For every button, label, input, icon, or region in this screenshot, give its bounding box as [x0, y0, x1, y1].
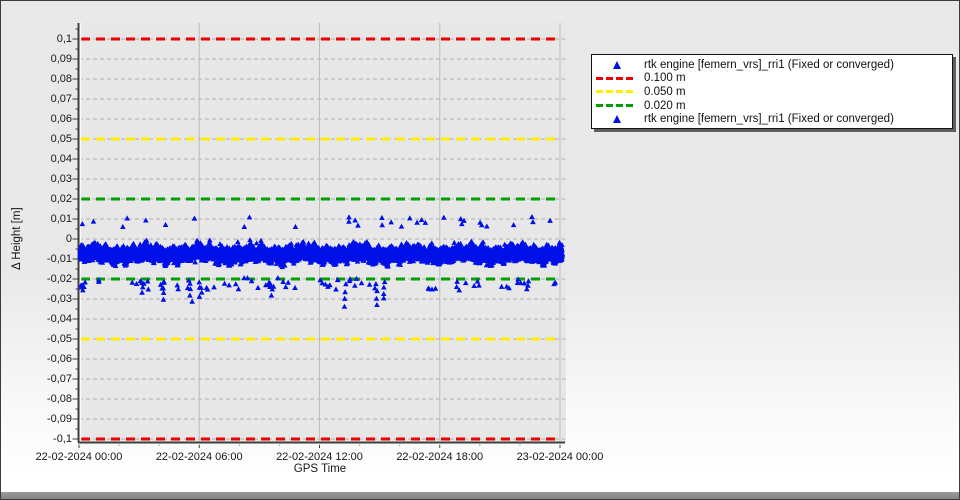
y-tick-label: 0,09 — [50, 52, 72, 65]
x-axis-title: GPS Time — [293, 463, 347, 475]
y-tick-label: 0,02 — [50, 192, 72, 205]
red-dashed-line-icon — [596, 76, 636, 80]
legend-item: 0.020 m — [596, 99, 948, 113]
x-tick-label: 22-02-2024 18:00 — [396, 451, 484, 463]
series-triangle-icon — [613, 60, 621, 69]
legend-item: rtk engine [femern_vrs]_rri1 (Fixed or c… — [596, 58, 948, 72]
legend-item: rtk engine [femern_vrs]_rri1 (Fixed or c… — [596, 112, 948, 126]
y-tick-label: 0,05 — [50, 132, 72, 145]
yellow-dashed-line-icon — [596, 90, 636, 94]
y-tick-label: -0,05 — [46, 332, 72, 345]
legend-item-label: 0.050 m — [644, 85, 686, 98]
x-tick-label: 23-02-2024 00:00 — [516, 451, 604, 463]
y-tick-label: 0,04 — [50, 152, 72, 165]
legend-item: 0.100 m — [596, 72, 948, 86]
y-tick-label: -0,06 — [46, 352, 72, 365]
y-tick-label: -0,07 — [46, 372, 72, 385]
legend: rtk engine [femern_vrs]_rri1 (Fixed or c… — [591, 54, 953, 129]
x-tick-label: 22-02-2024 06:00 — [155, 451, 243, 463]
y-tick-label: -0,09 — [46, 412, 72, 425]
y-tick-label: 0,03 — [50, 172, 72, 185]
y-tick-label: 0,1 — [56, 32, 72, 45]
chart-window: 0,1 0,09 0,08 0,07 0,06 0,05 0,04 0,03 0,02 0,01 0… — [0, 0, 960, 500]
series-triangle-icon — [613, 115, 621, 124]
x-tick-label: 22-02-2024 00:00 — [35, 451, 123, 463]
legend-item-label: rtk engine [femern_vrs]_rri1 (Fixed or c… — [644, 58, 894, 71]
green-dashed-line-icon — [596, 104, 636, 108]
y-tick-label: 0,07 — [50, 92, 72, 105]
legend-item-label: 0.100 m — [644, 72, 686, 85]
y-tick-label: -0,1 — [53, 432, 72, 445]
legend-item: 0.050 m — [596, 85, 948, 99]
y-tick-label: -0,02 — [46, 272, 72, 285]
y-tick-label: 0,08 — [50, 72, 72, 85]
y-tick-label: 0 — [65, 232, 72, 245]
y-tick-label: -0,01 — [46, 252, 72, 265]
y-axis-title: Δ Height [m] — [11, 207, 23, 271]
legend-item-label: 0.020 m — [644, 99, 686, 112]
y-tick-label: 0,01 — [50, 212, 72, 225]
y-tick-label: -0,03 — [46, 292, 72, 305]
y-tick-label: -0,04 — [46, 312, 72, 325]
legend-item-label: rtk engine [femern_vrs]_rri1 (Fixed or c… — [644, 113, 894, 126]
window-bottom-edge — [1, 492, 959, 499]
y-tick-label: 0,06 — [50, 112, 72, 125]
y-tick-label: -0,08 — [46, 392, 72, 405]
